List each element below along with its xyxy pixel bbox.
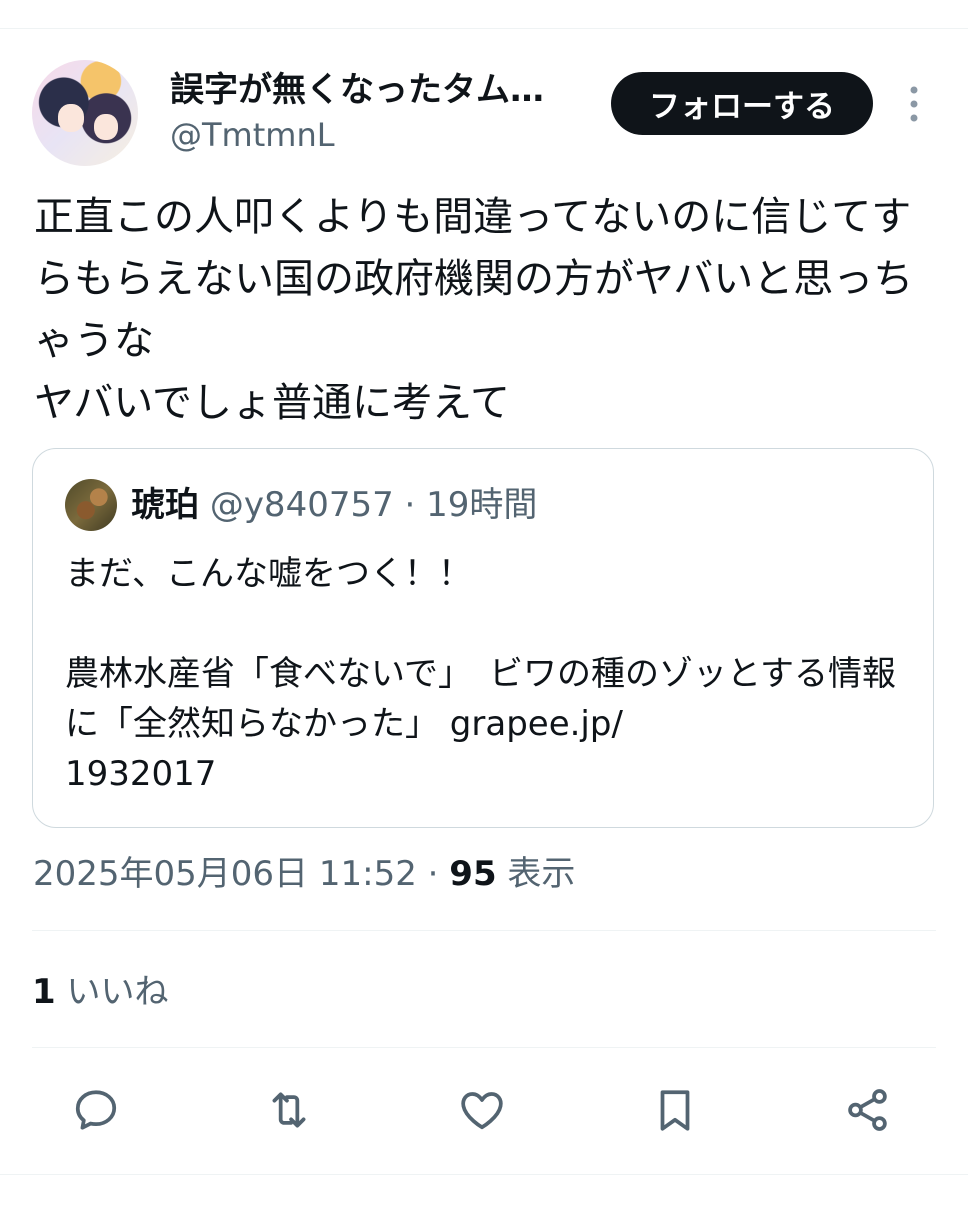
- share-button[interactable]: [840, 1082, 896, 1138]
- divider: [32, 1047, 936, 1048]
- retweet-icon: [272, 1092, 306, 1128]
- bookmark-icon: [660, 1090, 690, 1131]
- tweet-timestamp[interactable]: 2025年05月06日 11:52: [33, 854, 417, 894]
- heart-icon: [461, 1092, 503, 1130]
- retweet-button[interactable]: [261, 1082, 317, 1138]
- more-options-icon[interactable]: [904, 84, 924, 124]
- reply-icon: [75, 1090, 117, 1130]
- tweet-timestamp-row: 2025年05月06日 11:52 · 95 表示: [33, 850, 575, 898]
- author-display-name[interactable]: 誤字が無くなったタム…: [170, 70, 580, 110]
- views-label: 表示: [496, 854, 576, 894]
- reply-button[interactable]: [68, 1082, 124, 1138]
- quoted-time: 19時間: [426, 485, 538, 525]
- share-icon: [848, 1089, 887, 1131]
- quoted-tweet-header: 琥珀 @y840757 · 19時間: [131, 483, 537, 527]
- likes-count: 1: [32, 972, 56, 1012]
- quoted-tweet[interactable]: 琥珀 @y840757 · 19時間 まだ、こんな嘘をつく！！ 農林水産省「食べ…: [32, 448, 934, 828]
- quoted-author-handle: @y840757: [209, 485, 394, 525]
- like-button[interactable]: [454, 1082, 510, 1138]
- author-handle[interactable]: @TmtmnL: [170, 115, 335, 155]
- top-divider: [0, 28, 968, 29]
- bookmark-button[interactable]: [647, 1082, 703, 1138]
- tweet-text: 正直この人叩くよりも間違ってないのに信じてすらもらえない国の政府機関の方がヤバい…: [34, 194, 914, 426]
- quoted-tweet-text: まだ、こんな嘘をつく！！ 農林水産省「食べないで」 ビワの種のゾッとする情報に「…: [65, 554, 896, 794]
- views-count: 95: [449, 854, 497, 894]
- quoted-meta-separator: ·: [393, 485, 427, 525]
- bottom-divider: [0, 1174, 968, 1175]
- follow-button[interactable]: フォローする: [611, 72, 873, 135]
- quoted-author-name: 琥珀: [131, 485, 199, 525]
- likes-label: いいね: [55, 972, 169, 1012]
- divider: [32, 930, 936, 931]
- quoted-author-avatar: [65, 479, 117, 531]
- likes-row[interactable]: 1 いいね: [32, 968, 168, 1016]
- author-avatar[interactable]: [32, 60, 138, 166]
- timestamp-separator: ·: [416, 854, 450, 894]
